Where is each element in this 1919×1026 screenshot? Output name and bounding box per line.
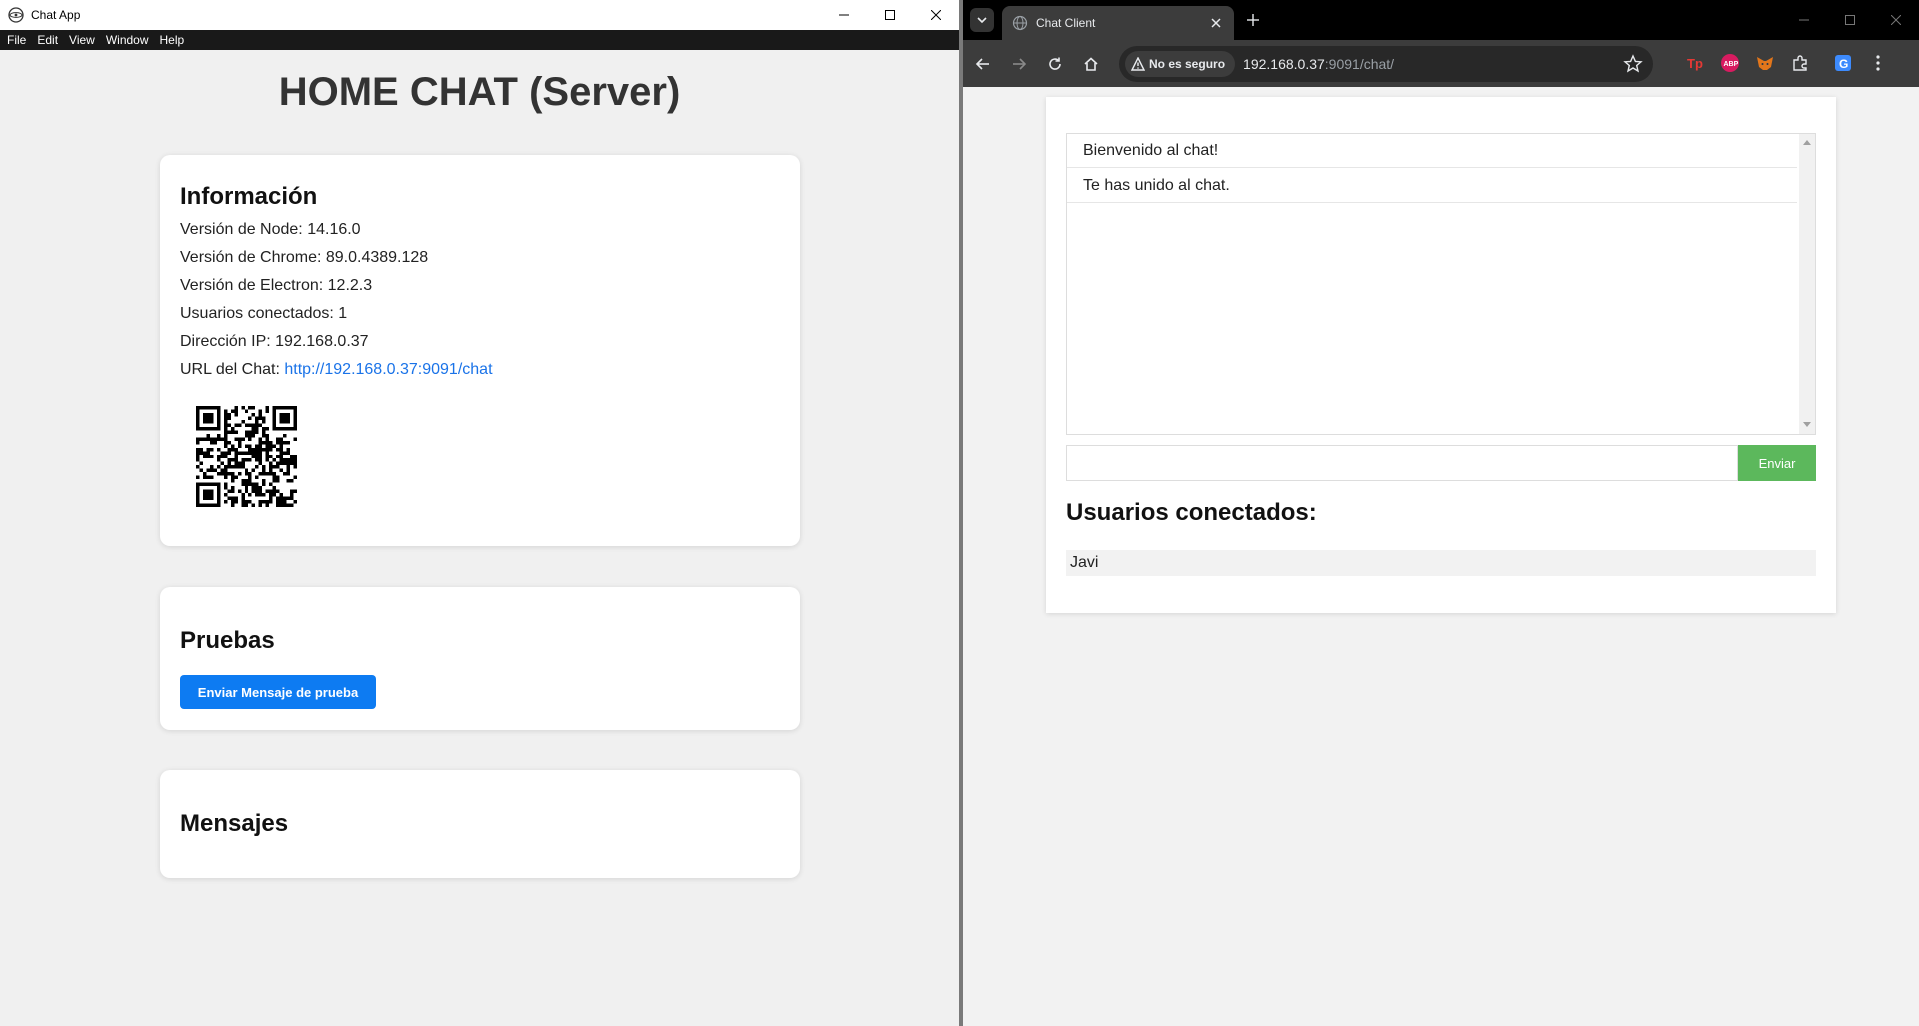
- chat-message: Te has unido al chat.: [1067, 169, 1797, 203]
- connected-users-count: Usuarios conectados: 1: [180, 305, 348, 322]
- maximize-icon: [885, 10, 895, 20]
- maximize-button[interactable]: [867, 0, 913, 30]
- security-chip[interactable]: No es seguro: [1125, 51, 1236, 77]
- home-icon[interactable]: [1079, 52, 1103, 76]
- profile-icon[interactable]: G: [1833, 53, 1853, 73]
- menu-help[interactable]: Help: [160, 33, 185, 47]
- address-bar[interactable]: No es seguro 192.168.0.37:9091/chat/: [1119, 46, 1653, 82]
- adblock-extension-icon[interactable]: ABP: [1720, 53, 1740, 73]
- electron-app-icon: [8, 7, 24, 23]
- users-heading: Usuarios conectados:: [1066, 499, 1317, 526]
- browser-close-button[interactable]: [1873, 0, 1919, 40]
- page-title: HOME CHAT (Server): [278, 70, 681, 114]
- svg-text:Tp: Tp: [1687, 56, 1703, 71]
- forward-icon[interactable]: [1007, 52, 1031, 76]
- tab-strip: Chat Client: [963, 0, 1919, 40]
- ip-address: Dirección IP: 192.168.0.37: [180, 333, 369, 350]
- menu-edit[interactable]: Edit: [37, 33, 58, 47]
- menu-view[interactable]: View: [69, 33, 95, 47]
- menu-bar: File Edit View Window Help: [0, 30, 959, 50]
- svg-text:G: G: [1839, 57, 1848, 71]
- close-button[interactable]: [913, 0, 959, 30]
- menu-file[interactable]: File: [7, 33, 26, 47]
- warning-icon: [1131, 57, 1145, 71]
- info-card: Información Versión de Node: 14.16.0 Ver…: [160, 155, 800, 546]
- tests-card-title: Pruebas: [180, 627, 275, 654]
- chat-url-link[interactable]: http://192.168.0.37:9091/chat: [284, 361, 492, 378]
- translate-extension-icon[interactable]: Tp: [1685, 53, 1705, 73]
- reload-icon[interactable]: [1043, 52, 1067, 76]
- globe-icon: [1012, 15, 1028, 31]
- qr-code: [196, 406, 297, 507]
- minimize-button[interactable]: [821, 0, 867, 30]
- send-button[interactable]: Enviar: [1738, 445, 1816, 481]
- messages-card: Mensajes: [160, 770, 800, 878]
- url-host: 192.168.0.37: [1243, 56, 1325, 72]
- back-icon[interactable]: [971, 52, 995, 76]
- maximize-icon: [1845, 15, 1855, 25]
- chat-client-page: Bienvenido al chat! Te has unido al chat…: [963, 87, 1919, 1026]
- svg-text:ABP: ABP: [1724, 61, 1739, 68]
- browser-maximize-button[interactable]: [1827, 0, 1873, 40]
- more-menu-icon[interactable]: [1868, 53, 1888, 73]
- url-path: :9091/chat/: [1324, 56, 1395, 72]
- chevron-down-icon: [977, 17, 987, 24]
- messages-scrollbar[interactable]: [1799, 134, 1815, 434]
- minimize-icon: [839, 14, 849, 16]
- chrome-version: Versión de Chrome: 89.0.4389.128: [180, 249, 429, 266]
- browser-toolbar: No es seguro 192.168.0.37:9091/chat/ Tp …: [963, 40, 1919, 87]
- server-page: HOME CHAT (Server) Información Versión d…: [0, 50, 959, 1026]
- title-bar: Chat App: [0, 0, 959, 30]
- user-list-item: Javi: [1066, 550, 1816, 576]
- chat-container: Bienvenido al chat! Te has unido al chat…: [1046, 97, 1836, 613]
- send-test-message-button[interactable]: Enviar Mensaje de prueba: [180, 675, 376, 709]
- message-input[interactable]: [1066, 445, 1738, 481]
- messages-list[interactable]: Bienvenido al chat! Te has unido al chat…: [1066, 133, 1816, 435]
- window-title: Chat App: [31, 8, 81, 22]
- chat-url-line: URL del Chat: http://192.168.0.37:9091/c…: [180, 361, 493, 379]
- bookmark-star-icon[interactable]: [1623, 54, 1643, 74]
- tests-card: Pruebas Enviar Mensaje de prueba: [160, 587, 800, 730]
- browser-window: Chat Client No es seguro 192.168.0.37:9…: [963, 0, 1919, 1026]
- info-card-title: Información: [180, 183, 318, 210]
- menu-window[interactable]: Window: [106, 33, 149, 47]
- tab-title: Chat Client: [1036, 16, 1096, 30]
- messages-card-title: Mensajes: [180, 810, 289, 837]
- extensions-puzzle-icon[interactable]: [1790, 53, 1810, 73]
- plus-icon: [1247, 14, 1259, 26]
- tab-close-icon[interactable]: [1208, 15, 1224, 31]
- tab-chat-client[interactable]: Chat Client: [1002, 6, 1234, 40]
- electron-version: Versión de Electron: 12.2.3: [180, 277, 373, 294]
- scroll-up-arrow-icon[interactable]: [1803, 140, 1811, 145]
- chat-url-label: URL del Chat:: [180, 361, 285, 378]
- scroll-down-arrow-icon[interactable]: [1803, 422, 1811, 427]
- node-version: Versión de Node: 14.16.0: [180, 221, 361, 238]
- metamask-extension-icon[interactable]: [1755, 53, 1775, 73]
- browser-minimize-button[interactable]: [1781, 0, 1827, 40]
- close-icon: [931, 10, 941, 20]
- minimize-icon: [1799, 19, 1809, 21]
- electron-window: Chat App File Edit View Window Help HOME…: [0, 0, 959, 1026]
- close-icon: [1891, 15, 1901, 25]
- security-label: No es seguro: [1149, 57, 1226, 71]
- new-tab-button[interactable]: [1243, 10, 1263, 30]
- tab-search-button[interactable]: [970, 8, 994, 32]
- chat-message: Bienvenido al chat!: [1067, 134, 1797, 168]
